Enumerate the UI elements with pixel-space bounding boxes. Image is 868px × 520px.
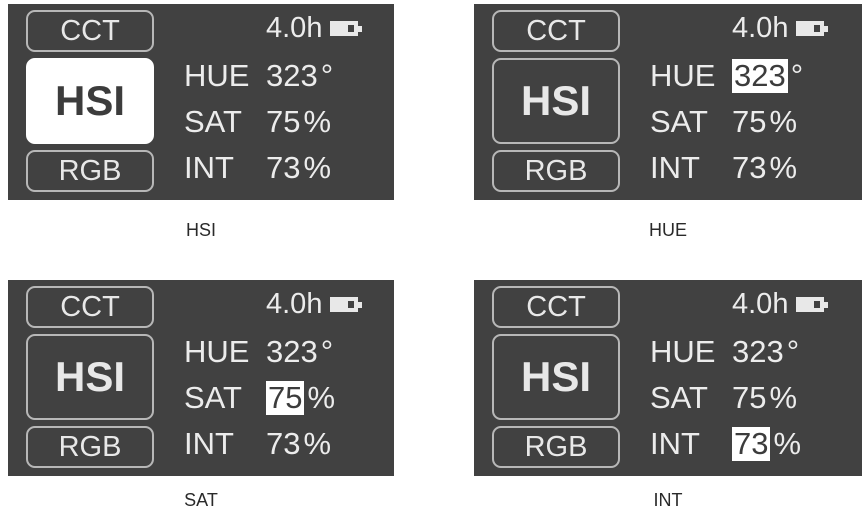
battery-level-fill bbox=[800, 25, 815, 32]
hue-row[interactable]: HUE 323 ° bbox=[650, 332, 799, 372]
hsi-mode-button[interactable]: HSI bbox=[492, 334, 620, 420]
hue-unit: ° bbox=[320, 334, 334, 369]
int-label: INT bbox=[650, 426, 700, 461]
int-unit: % bbox=[769, 150, 798, 185]
sat-row[interactable]: SAT 75 % bbox=[650, 102, 797, 142]
hue-unit: ° bbox=[786, 334, 800, 369]
battery-icon bbox=[330, 297, 363, 312]
hue-label: HUE bbox=[184, 58, 250, 93]
hsi-mode-button[interactable]: HSI bbox=[492, 58, 620, 144]
rgb-mode-button[interactable]: RGB bbox=[26, 426, 154, 468]
hue-row[interactable]: HUE 323 ° bbox=[184, 332, 333, 372]
hue-value: 323 bbox=[266, 334, 318, 369]
sat-unit: % bbox=[307, 380, 336, 415]
display-panel-sat: CCT HSI RGB 4.0h HUE 323 ° SAT 75 % INT … bbox=[8, 280, 394, 476]
hue-value: 323 bbox=[266, 58, 318, 93]
panel-caption: INT bbox=[653, 490, 683, 510]
cct-mode-button[interactable]: CCT bbox=[26, 286, 154, 328]
panel-caption: HUE bbox=[648, 220, 687, 240]
hue-label: HUE bbox=[650, 58, 716, 93]
battery-icon bbox=[796, 21, 829, 36]
runtime-indicator: 4.0h bbox=[266, 288, 363, 321]
battery-icon bbox=[330, 21, 363, 36]
hue-row[interactable]: HUE 323 ° bbox=[184, 56, 333, 96]
display-panel-hue: CCT HSI RGB 4.0h HUE 323 ° SAT 75 % INT … bbox=[474, 4, 862, 200]
int-label: INT bbox=[184, 426, 234, 461]
sat-label: SAT bbox=[650, 380, 708, 415]
sat-value: 75 bbox=[266, 104, 301, 139]
hue-unit: ° bbox=[790, 58, 804, 93]
cct-mode-button[interactable]: CCT bbox=[492, 10, 620, 52]
sat-row[interactable]: SAT 75 % bbox=[650, 378, 797, 418]
sat-label: SAT bbox=[184, 380, 242, 415]
rgb-mode-button[interactable]: RGB bbox=[492, 150, 620, 192]
panel-caption: HSI bbox=[185, 220, 216, 240]
sat-label: SAT bbox=[650, 104, 708, 139]
cct-mode-button[interactable]: CCT bbox=[492, 286, 620, 328]
sat-unit: % bbox=[303, 104, 332, 139]
hue-label: HUE bbox=[650, 334, 716, 369]
sat-unit: % bbox=[769, 104, 798, 139]
hue-unit: ° bbox=[320, 58, 334, 93]
sat-unit: % bbox=[769, 380, 798, 415]
int-row[interactable]: INT 73 % bbox=[184, 424, 331, 464]
int-label: INT bbox=[184, 150, 234, 185]
display-panel-hsi: CCT HSI RGB 4.0h HUE 323 ° SAT 75 % INT … bbox=[8, 4, 394, 200]
int-row[interactable]: INT 73 % bbox=[184, 148, 331, 188]
int-unit: % bbox=[773, 426, 802, 461]
int-value: 73 bbox=[732, 150, 767, 185]
runtime-text: 4.0h bbox=[732, 12, 789, 44]
sat-row[interactable]: SAT 75 % bbox=[184, 378, 335, 418]
hsi-mode-button[interactable]: HSI bbox=[26, 334, 154, 420]
hsi-mode-button[interactable]: HSI bbox=[26, 58, 154, 144]
runtime-text: 4.0h bbox=[266, 12, 323, 44]
int-label: INT bbox=[650, 150, 700, 185]
int-unit: % bbox=[303, 150, 332, 185]
sat-value: 75 bbox=[732, 380, 767, 415]
rgb-mode-button[interactable]: RGB bbox=[492, 426, 620, 468]
sat-row[interactable]: SAT 75 % bbox=[184, 102, 331, 142]
display-panel-int: CCT HSI RGB 4.0h HUE 323 ° SAT 75 % INT … bbox=[474, 280, 862, 476]
runtime-indicator: 4.0h bbox=[266, 12, 363, 45]
int-row[interactable]: INT 73 % bbox=[650, 424, 801, 464]
sat-value: 75 bbox=[266, 380, 305, 415]
battery-level-fill bbox=[334, 25, 349, 32]
int-value: 73 bbox=[266, 426, 301, 461]
hue-label: HUE bbox=[184, 334, 250, 369]
runtime-text: 4.0h bbox=[732, 288, 789, 320]
int-value: 73 bbox=[732, 426, 771, 461]
hue-value: 323 bbox=[732, 58, 788, 93]
runtime-indicator: 4.0h bbox=[732, 288, 829, 321]
battery-level-fill bbox=[800, 301, 815, 308]
runtime-indicator: 4.0h bbox=[732, 12, 829, 45]
sat-value: 75 bbox=[732, 104, 767, 139]
sat-label: SAT bbox=[184, 104, 242, 139]
battery-level-fill bbox=[334, 301, 349, 308]
runtime-text: 4.0h bbox=[266, 288, 323, 320]
hue-value: 323 bbox=[732, 334, 784, 369]
hue-row[interactable]: HUE 323 ° bbox=[650, 56, 803, 96]
cct-mode-button[interactable]: CCT bbox=[26, 10, 154, 52]
battery-icon bbox=[796, 297, 829, 312]
int-row[interactable]: INT 73 % bbox=[650, 148, 797, 188]
int-unit: % bbox=[303, 426, 332, 461]
rgb-mode-button[interactable]: RGB bbox=[26, 150, 154, 192]
panel-caption: SAT bbox=[184, 490, 218, 510]
int-value: 73 bbox=[266, 150, 301, 185]
